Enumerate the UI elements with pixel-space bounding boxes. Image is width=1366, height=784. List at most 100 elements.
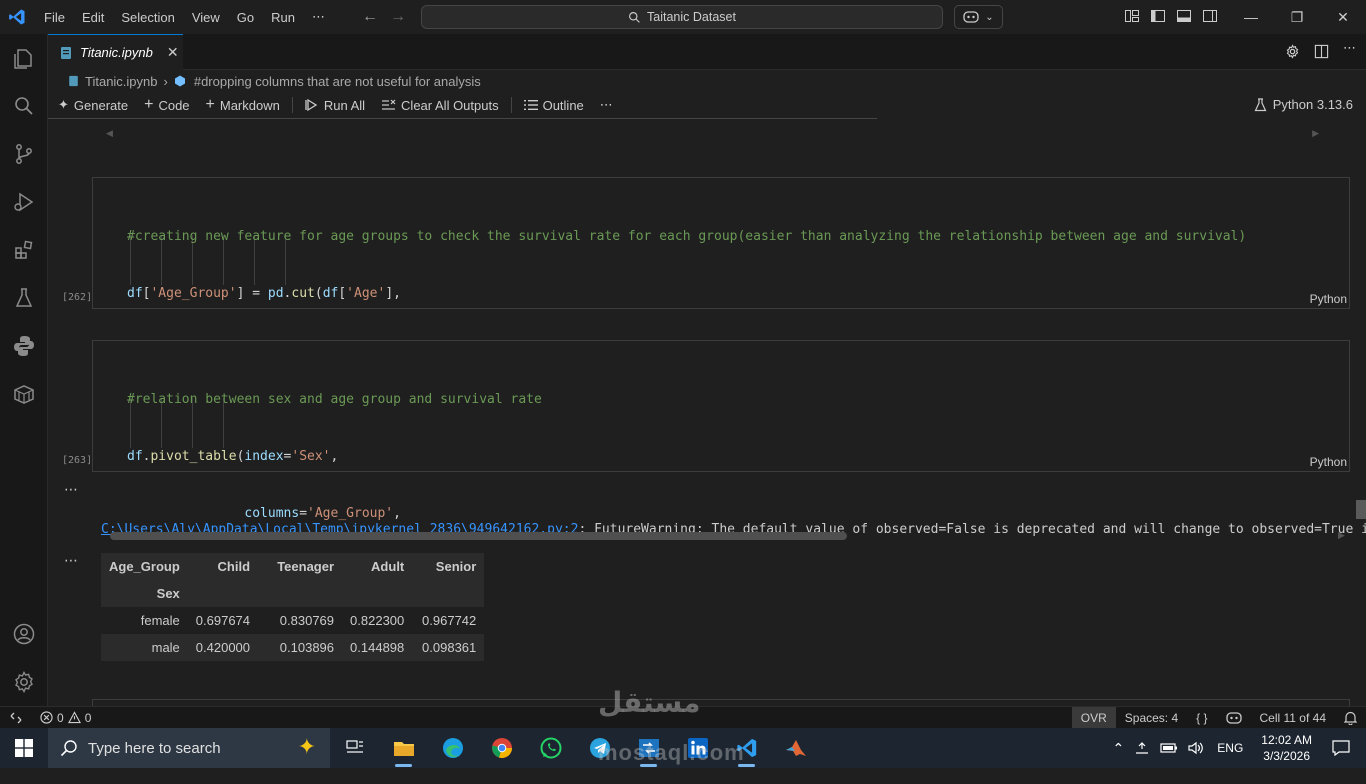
volume-icon[interactable] (1183, 741, 1209, 755)
menu-go[interactable]: Go (229, 10, 263, 25)
toggle-panel-icon[interactable] (1176, 8, 1192, 24)
search-sidebar-icon[interactable] (0, 86, 48, 126)
menu-edit[interactable]: Edit (74, 10, 113, 25)
breadcrumb-cell[interactable]: #dropping columns that are not useful fo… (194, 74, 481, 89)
run-all-button[interactable]: Run All (305, 98, 365, 113)
output-horizontal-scrollbar[interactable] (110, 532, 847, 540)
cell-position[interactable]: Cell 11 of 44 (1251, 707, 1336, 729)
braces-indicator[interactable]: { } (1187, 707, 1216, 729)
customize-layout-icon[interactable] (1124, 8, 1140, 24)
generate-label: Generate (73, 97, 129, 113)
breadcrumb-file[interactable]: Titanic.ipynb (85, 74, 158, 89)
copilot-button[interactable]: ⌄ (954, 5, 1003, 29)
menu-run[interactable]: Run (263, 10, 304, 25)
notifications-bell-icon[interactable] (1335, 707, 1366, 729)
remote-indicator-icon[interactable] (0, 707, 32, 729)
outline-button[interactable]: Outline (523, 98, 584, 113)
taskbar-search-placeholder: Type here to search (88, 739, 221, 757)
more-actions-icon[interactable]: ⋯ (1343, 40, 1356, 59)
output-actions-button[interactable]: ⋯ (64, 552, 79, 569)
add-markdown-cell-button[interactable]: + Markdown (206, 96, 280, 114)
problems-indicator[interactable]: 0 0 (32, 711, 91, 725)
nav-arrows: ← → (362, 8, 406, 26)
task-view-icon[interactable] (330, 728, 379, 768)
indentation-indicator[interactable]: Spaces: 4 (1116, 707, 1187, 729)
copilot-status-icon[interactable] (1217, 707, 1251, 729)
tab-titanic-notebook[interactable]: Titanic.ipynb ✕ (48, 34, 183, 70)
chevron-up-icon[interactable]: ⌃ (1108, 740, 1130, 757)
edge-browser-icon[interactable] (428, 728, 477, 768)
battery-icon[interactable] (1155, 742, 1183, 754)
vscode-taskbar-icon[interactable] (722, 728, 771, 768)
scroll-right-icon[interactable]: ▶ (1312, 128, 1319, 139)
table-cell: 0.967742 (422, 613, 477, 628)
forward-arrow-icon[interactable]: → (390, 8, 406, 26)
vertical-scrollbar-thumb[interactable] (1356, 500, 1366, 519)
containers-icon[interactable] (0, 374, 48, 414)
scroll-right-icon[interactable]: ▶ (1338, 530, 1345, 541)
minimize-icon[interactable]: — (1228, 0, 1274, 34)
row-index: male (151, 640, 180, 655)
toggle-primary-sidebar-icon[interactable] (1150, 8, 1166, 24)
menu-file[interactable]: File (36, 10, 74, 25)
kernel-label: Python 3.13.6 (1272, 97, 1353, 112)
restore-icon[interactable]: ❐ (1274, 0, 1320, 34)
chrome-browser-icon[interactable] (477, 728, 526, 768)
testing-flask-icon[interactable] (0, 278, 48, 318)
table-cell: 0.420000 (195, 640, 251, 655)
settings-gear-icon[interactable] (0, 662, 48, 702)
toggle-secondary-sidebar-icon[interactable] (1202, 8, 1218, 24)
toolbar-more-button[interactable]: ⋯ (600, 97, 613, 113)
matlab-icon[interactable] (771, 728, 820, 768)
chevron-down-icon: ⌄ (985, 11, 994, 23)
gear-icon[interactable] (1285, 44, 1300, 59)
run-debug-icon[interactable] (0, 182, 48, 222)
cell-language[interactable]: Python (1310, 292, 1347, 306)
add-code-cell-button[interactable]: + Code (144, 96, 189, 114)
python-icon[interactable] (0, 326, 48, 366)
linkedin-icon[interactable] (673, 728, 722, 768)
index-label: Sex (156, 586, 180, 601)
window-controls: — ❐ ✕ (1228, 0, 1366, 34)
kernel-flask-icon (1254, 97, 1267, 111)
telegram-icon[interactable] (575, 728, 624, 768)
notifications-icon[interactable] (1322, 740, 1366, 756)
account-icon[interactable] (0, 614, 48, 654)
code-cell[interactable]: #creating new feature for age groups to … (62, 177, 1350, 472)
whatsapp-icon[interactable] (526, 728, 575, 768)
system-tray: ⌃ ENG 12:02 AM 3/3/2026 (1108, 728, 1366, 768)
overtype-indicator[interactable]: OVR (1071, 707, 1116, 729)
menu-selection[interactable]: Selection (113, 10, 183, 25)
close-window-icon[interactable]: ✕ (1320, 0, 1366, 34)
clock[interactable]: 12:02 AM 3/3/2026 (1251, 732, 1322, 764)
close-icon[interactable]: ✕ (167, 44, 179, 61)
table-cell: 0.144898 (350, 640, 405, 655)
code-cell[interactable]: #relation between sex and age group and … (62, 340, 1350, 635)
file-explorer-icon[interactable] (379, 728, 428, 768)
menu-more[interactable]: ⋯ (304, 9, 334, 25)
column-header: Senior (435, 559, 477, 574)
cell-language[interactable]: Python (1310, 455, 1347, 469)
generate-button[interactable]: ✦ Generate (58, 97, 128, 113)
remote-app-icon[interactable] (624, 728, 673, 768)
clear-all-outputs-button[interactable]: Clear All Outputs (381, 98, 499, 113)
kernel-picker[interactable]: Python 3.13.6 (1254, 97, 1353, 112)
table-row: male 0.420000 0.103896 0.144898 0.098361 (101, 634, 485, 661)
taskbar-search-box[interactable]: Type here to search ✦ (48, 728, 330, 768)
windows-start-icon[interactable] (0, 728, 48, 768)
source-control-icon[interactable] (0, 134, 48, 174)
input-language[interactable]: ENG (1209, 741, 1251, 755)
split-editor-icon[interactable] (1314, 44, 1329, 59)
back-arrow-icon[interactable]: ← (362, 8, 378, 26)
table-cell: 0.830769 (279, 613, 335, 628)
menu-view[interactable]: View (184, 10, 229, 25)
explorer-icon[interactable] (0, 39, 48, 79)
output-actions-button[interactable]: ⋯ (64, 481, 79, 498)
network-icon[interactable] (1129, 741, 1155, 755)
code-cell[interactable] (92, 699, 1350, 706)
table-cell: 0.822300 (350, 613, 405, 628)
command-center-search[interactable]: Taitanic Dataset (421, 5, 943, 29)
column-header: Child (217, 559, 251, 574)
scroll-left-icon[interactable]: ◀ (106, 128, 113, 139)
extensions-icon[interactable] (0, 230, 48, 270)
